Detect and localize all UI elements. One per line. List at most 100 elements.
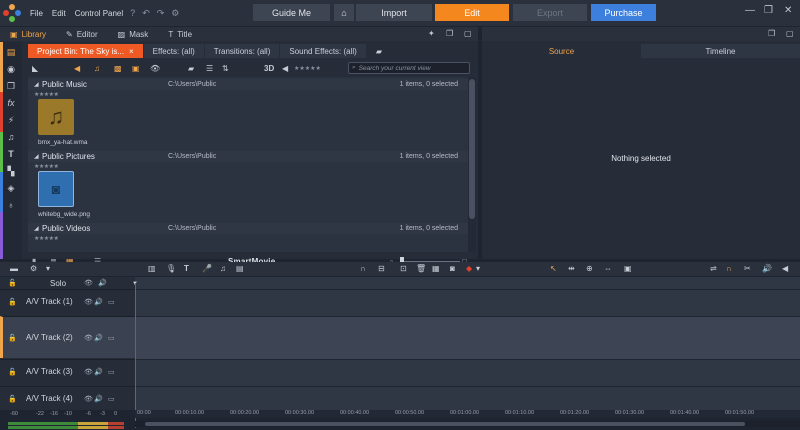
eye-icon[interactable]: 👁	[84, 395, 93, 403]
tag-filter-icon[interactable]: ◀	[282, 64, 288, 73]
volume-icon[interactable]: 🔊	[762, 264, 772, 273]
voiceover-icon[interactable]: 🎤	[202, 264, 212, 273]
track-header[interactable]: 🔓 A/V Track (1) 👁 🔊 ▭	[0, 289, 135, 313]
edit-button[interactable]: Edit	[435, 4, 509, 21]
magnet-icon[interactable]: ∩	[360, 264, 366, 273]
close-icon[interactable]: ✕	[784, 5, 792, 16]
eye-icon[interactable]: 👁	[84, 279, 93, 287]
tab-mask[interactable]: ▨ Mask	[108, 27, 159, 41]
purchase-button[interactable]: Purchase	[591, 4, 656, 21]
eye-icon[interactable]: 👁	[84, 298, 93, 306]
lock-icon[interactable]: 🔓	[8, 368, 17, 376]
help-icon[interactable]: ?	[130, 8, 135, 18]
delete-clip-icon[interactable]: 🗑	[416, 264, 426, 273]
fullscreen-icon[interactable]: ▣	[624, 264, 632, 273]
lock-icon[interactable]: 🔓	[8, 334, 17, 342]
tab-source[interactable]: Source	[482, 44, 641, 58]
eye-icon[interactable]: 👁	[84, 334, 93, 342]
track-dropdown-icon[interactable]: ▾	[46, 264, 50, 273]
track-header-selected[interactable]: 🔓 A/V Track (2) 👁 🔊 ▭	[0, 316, 135, 358]
monitor-icon[interactable]: ▭	[108, 368, 115, 376]
transitions-bolt-icon[interactable]: ⚡	[4, 113, 18, 127]
timeline-track-area[interactable]	[135, 277, 800, 411]
track-lane[interactable]	[135, 289, 800, 316]
rating-stars[interactable]: ★★★★★	[34, 163, 59, 170]
split-icon[interactable]: ⊟	[378, 264, 385, 273]
speaker-icon[interactable]: 🔊	[94, 368, 103, 376]
timeline-scrollbar[interactable]	[135, 421, 800, 427]
restore-panel-icon[interactable]: ❐	[446, 29, 453, 38]
trim-icon[interactable]: ⊡	[400, 264, 407, 273]
import-button[interactable]: Import	[356, 4, 432, 21]
list-view-icon[interactable]: ☰	[206, 64, 213, 73]
sound-effects-icon[interactable]: ♫	[4, 130, 18, 144]
timeline-view-icon[interactable]: ▬	[10, 264, 18, 273]
group-header-public-videos[interactable]: ◢ Public Videos C:\Users\Public 1 items,…	[28, 223, 468, 234]
rating-stars[interactable]: ★★★★★	[34, 91, 59, 98]
project-bin-icon[interactable]: ▤	[4, 45, 18, 59]
track-lane[interactable]	[135, 386, 800, 411]
media-thumb-picture[interactable]: ◙	[38, 171, 74, 207]
tab-timeline[interactable]: Timeline	[641, 44, 800, 58]
tab-sound-effects[interactable]: Sound Effects: (all)	[280, 44, 366, 58]
pointer-tool-icon[interactable]: ↖	[550, 264, 557, 273]
tab-effects[interactable]: Effects: (all)	[143, 44, 204, 58]
snap-magnet-icon[interactable]: ∩	[726, 264, 732, 273]
motion-icon[interactable]: ♁	[4, 198, 18, 212]
audio-filter-icon[interactable]: ♫	[94, 64, 100, 73]
undo-icon[interactable]: ↶	[142, 8, 150, 19]
collapse-triangle-icon[interactable]: ◢	[34, 81, 39, 88]
settings-gear-icon[interactable]: ⚙	[171, 8, 179, 19]
export-button[interactable]: Export	[513, 4, 587, 21]
layers-icon[interactable]: ◈	[4, 181, 18, 195]
maximize-panel-icon[interactable]: ▢	[464, 29, 472, 38]
video-filter-icon[interactable]: ◀	[74, 64, 80, 73]
pin-icon[interactable]: ✦	[428, 29, 435, 38]
audio-mixer-icon[interactable]: ▥	[148, 264, 156, 273]
monitor-icon[interactable]: ▭	[108, 298, 115, 306]
track-header[interactable]: 🔓 A/V Track (3) 👁 🔊 ▭	[0, 359, 135, 383]
audio-scrub-icon[interactable]: ◀	[782, 264, 788, 273]
tag-icon[interactable]: ◣	[32, 64, 38, 73]
project-filter-icon[interactable]: ▣	[132, 64, 140, 73]
effects-fx-icon[interactable]: fx	[4, 96, 18, 110]
menu-file[interactable]: File	[30, 9, 43, 18]
marker-icon[interactable]: ◆	[466, 264, 472, 273]
collections-icon[interactable]: ◉	[4, 62, 18, 76]
storyboard-icon[interactable]: ▤	[236, 264, 244, 273]
calendar-icon[interactable]: ▦	[432, 264, 440, 273]
playhead[interactable]	[135, 283, 136, 428]
image-filter-icon[interactable]: ▩	[114, 64, 122, 73]
library-scrollbar[interactable]	[468, 77, 476, 252]
transition-icon[interactable]: ⇌	[710, 264, 717, 273]
tab-title[interactable]: T Title	[158, 27, 202, 41]
speaker-icon[interactable]: 🔊	[94, 334, 103, 342]
eye-icon[interactable]: 👁	[150, 64, 160, 73]
scroll-thumb[interactable]	[469, 79, 475, 219]
maximize-preview-icon[interactable]: ▢	[786, 29, 794, 38]
time-ruler[interactable]: 00:00 00:00:10.00 00:00:20.00 00:00:30.0…	[135, 410, 800, 418]
home-button[interactable]: ⌂	[334, 4, 354, 21]
titles-icon[interactable]: T	[4, 147, 18, 161]
new-tab-button[interactable]: ▰	[367, 44, 391, 58]
lock-icon[interactable]: 🔓	[8, 279, 17, 287]
speaker-icon[interactable]: 🔊	[94, 298, 103, 306]
slip-tool-icon[interactable]: ⇔	[604, 264, 612, 273]
guide-me-button[interactable]: Guide Me	[253, 4, 330, 21]
tab-transitions[interactable]: Transitions: (all)	[204, 44, 280, 58]
tab-project-bin[interactable]: Project Bin: The Sky is... ×	[28, 44, 143, 58]
minimize-icon[interactable]: —	[745, 5, 755, 16]
snapshot-icon[interactable]: ◙	[450, 264, 455, 273]
rating-stars[interactable]: ★★★★★	[34, 235, 59, 242]
ripple-tool-icon[interactable]: ⇹	[568, 264, 575, 273]
track-lane[interactable]	[135, 359, 800, 386]
montage-icon[interactable]: ▚	[4, 164, 18, 178]
speaker-icon[interactable]: 🔊	[98, 279, 107, 287]
scroll-thumb[interactable]	[145, 422, 745, 426]
collapse-triangle-icon[interactable]: ◢	[34, 225, 39, 232]
collapse-triangle-icon[interactable]: ◢	[34, 153, 39, 160]
monitor-icon[interactable]: ▭	[108, 395, 115, 403]
folder-icon[interactable]: ▰	[188, 64, 194, 73]
lock-icon[interactable]: 🔓	[8, 395, 17, 403]
maximize-icon[interactable]: ❐	[764, 5, 773, 16]
